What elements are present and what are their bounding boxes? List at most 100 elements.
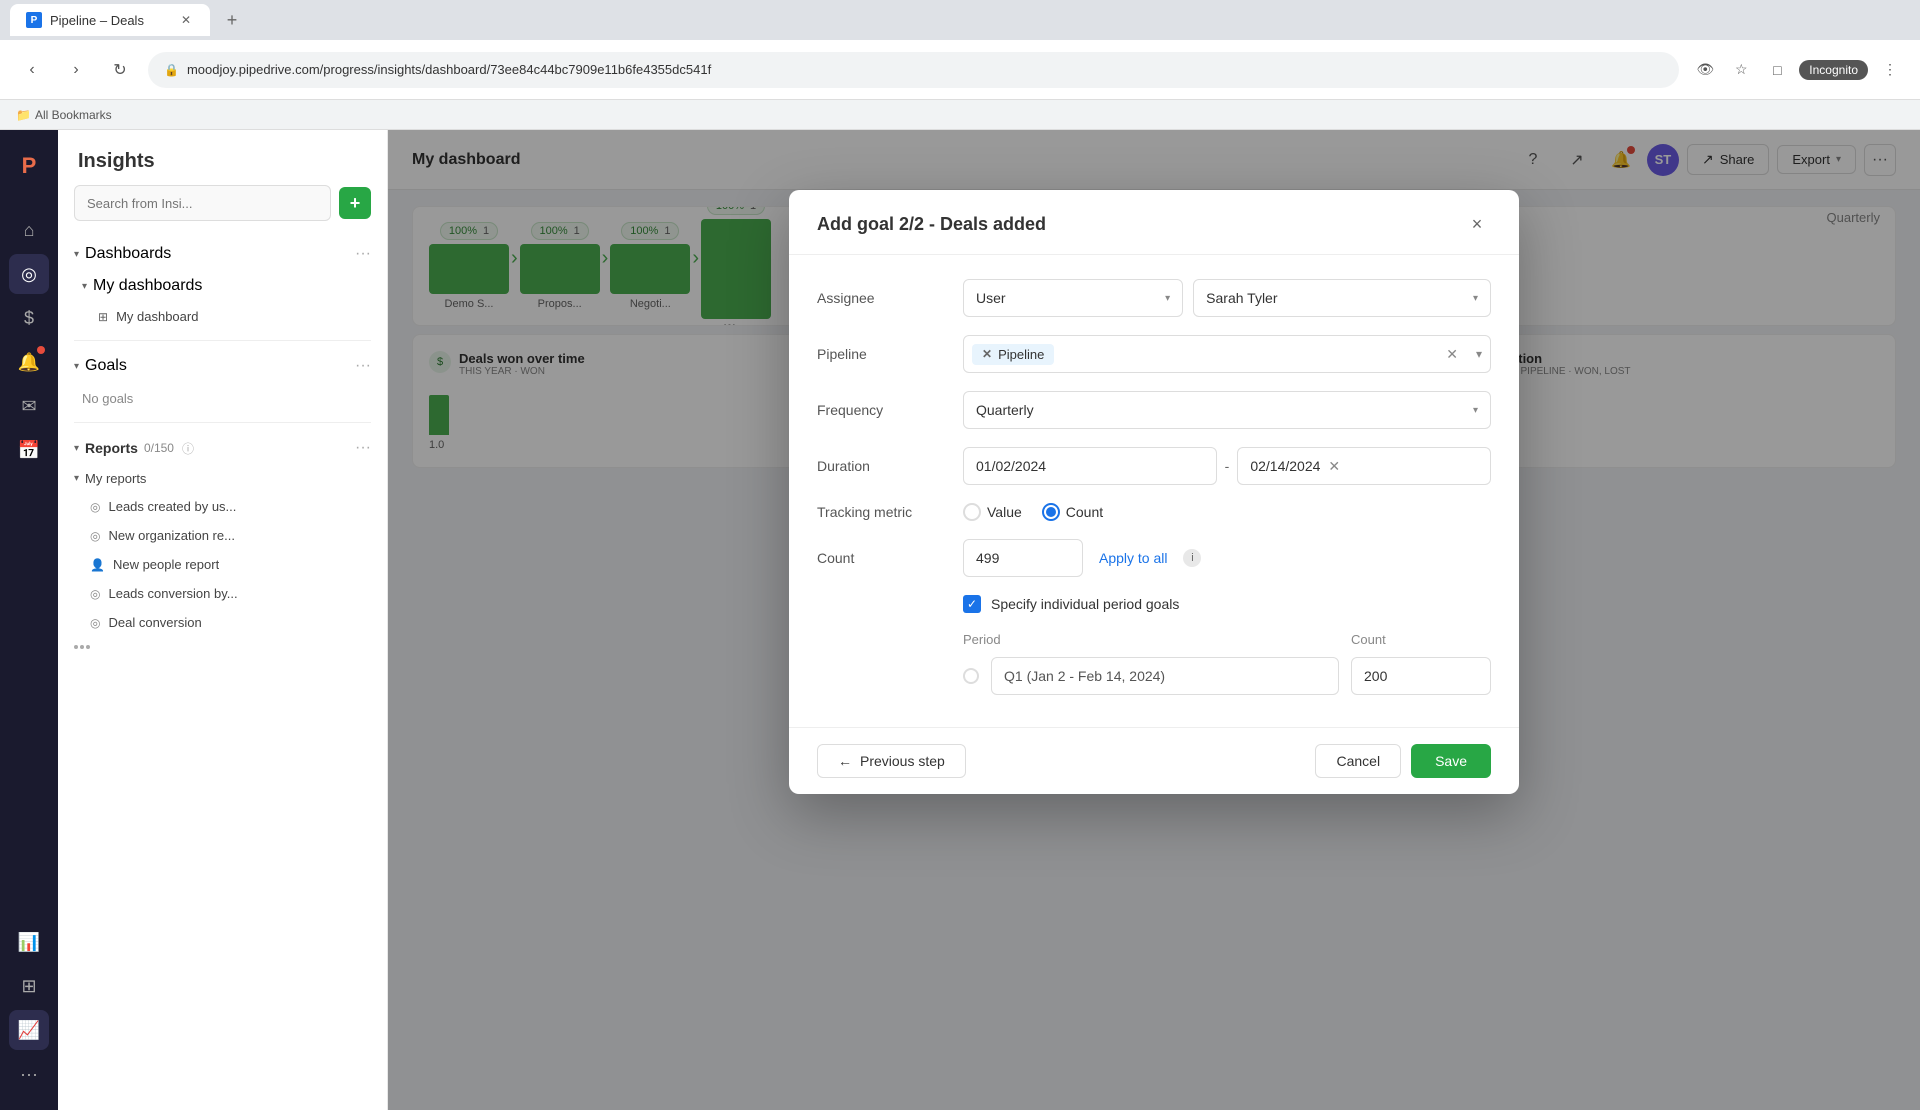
count-input[interactable]: 499 — [963, 539, 1083, 577]
reports-section-header[interactable]: ▾ Reports 0/150 ⓘ ··· — [58, 431, 387, 465]
sidebar-icon-mail[interactable]: ✉ — [9, 386, 49, 426]
forward-button[interactable]: › — [60, 54, 92, 86]
tracking-label: Tracking metric — [817, 504, 947, 520]
dashboards-dots-icon[interactable]: ··· — [355, 245, 371, 263]
tracking-value-radio[interactable] — [963, 503, 981, 521]
deal-conversion-icon: ◎ — [90, 616, 100, 630]
sidebar-icon-calendar[interactable]: 📅 — [9, 430, 49, 470]
report-item-new-org[interactable]: ◎ New organization re... — [58, 521, 387, 550]
goals-dots-icon[interactable]: ··· — [355, 357, 371, 375]
cancel-button[interactable]: Cancel — [1315, 744, 1401, 778]
duration-label: Duration — [817, 458, 947, 474]
my-dashboard-label: My dashboard — [116, 309, 198, 324]
modal-close-button[interactable]: × — [1463, 210, 1491, 238]
previous-step-button[interactable]: ← Previous step — [817, 744, 966, 778]
assignee-label: Assignee — [817, 290, 947, 306]
checkbox-check-icon: ✓ — [967, 597, 977, 611]
pipeline-field[interactable]: ✕ Pipeline ✕ ▾ — [963, 335, 1491, 373]
period-q1-row: Q1 (Jan 2 - Feb 14, 2024) 200 — [963, 657, 1491, 695]
specify-periods-checkbox[interactable]: ✓ — [963, 595, 981, 613]
profile-icon[interactable]: □ — [1763, 56, 1791, 84]
sidebar-icon-insights-active[interactable]: 📈 — [9, 1010, 49, 1050]
report-item-leads-conversion[interactable]: ◎ Leads conversion by... — [58, 579, 387, 608]
frequency-chevron-icon: ▾ — [1473, 405, 1478, 416]
duration-start-input[interactable]: 01/02/2024 — [963, 447, 1217, 485]
modal-footer: ← Previous step Cancel Save — [789, 727, 1519, 794]
report-item-new-people[interactable]: 👤 New people report — [58, 550, 387, 579]
apply-to-all-link[interactable]: Apply to all — [1099, 550, 1167, 566]
main-sidebar: Insights + ▾ Dashboards ··· ▾ My dashboa… — [58, 130, 388, 1110]
new-tab-button[interactable]: + — [218, 6, 246, 34]
app-logo[interactable]: P — [9, 146, 49, 186]
icon-sidebar: P ⌂ ◎ $ 🔔 ✉ 📅 📊 ⊞ 📈 ··· — [0, 130, 58, 1110]
duration-clear-icon[interactable]: ✕ — [1328, 458, 1340, 475]
period-count-header: Period Count — [963, 631, 1491, 649]
leads-conversion-icon: ◎ — [90, 587, 100, 601]
pipeline-clear-icon[interactable]: ✕ — [1442, 342, 1462, 367]
new-people-text: New people report — [113, 557, 219, 572]
specify-periods-label: Specify individual period goals — [991, 596, 1179, 612]
frequency-row: Frequency Quarterly ▾ — [817, 391, 1491, 429]
sidebar-item-my-dashboard[interactable]: ⊞ My dashboard — [66, 301, 387, 332]
count-header-label: Count — [1351, 632, 1386, 647]
assignee-value-text: Sarah Tyler — [1206, 290, 1277, 306]
frequency-select[interactable]: Quarterly ▾ — [963, 391, 1491, 429]
apply-all-info-icon[interactable]: i — [1183, 549, 1201, 567]
tracking-count-label: Count — [1066, 504, 1103, 520]
sidebar-icon-dollar[interactable]: $ — [9, 298, 49, 338]
sidebar-icon-chart[interactable]: 📊 — [9, 922, 49, 962]
period-q1-count-value: 200 — [1364, 668, 1387, 684]
count-value: 499 — [976, 550, 999, 566]
more-items-dots[interactable] — [58, 637, 387, 657]
period-q1-radio[interactable] — [963, 668, 979, 684]
report-item-leads-created[interactable]: ◎ Leads created by us... — [58, 492, 387, 521]
address-bar[interactable]: 🔒 moodjoy.pipedrive.com/progress/insight… — [148, 52, 1679, 88]
sidebar-icon-bell[interactable]: 🔔 — [9, 342, 49, 382]
menu-icon[interactable]: ⋮ — [1876, 56, 1904, 84]
my-dashboards-chevron-icon: ▾ — [82, 281, 87, 292]
sidebar-icon-target[interactable]: ◎ — [9, 254, 49, 294]
sidebar-search-input[interactable] — [74, 185, 331, 221]
star-icon[interactable]: ☆ — [1727, 56, 1755, 84]
period-q1-count-input[interactable]: 200 — [1351, 657, 1491, 695]
dashboards-section-header[interactable]: ▾ Dashboards ··· — [58, 237, 387, 271]
report-item-deal-conversion[interactable]: ◎ Deal conversion — [58, 608, 387, 637]
save-button[interactable]: Save — [1411, 744, 1491, 778]
sidebar-add-button[interactable]: + — [339, 187, 371, 219]
assignee-type-select[interactable]: User ▾ — [963, 279, 1183, 317]
reports-label: Reports — [85, 440, 138, 456]
specify-periods-row: ✓ Specify individual period goals — [963, 595, 1491, 613]
tracking-count-radio[interactable] — [1042, 503, 1060, 521]
dashboard-grid-icon: ⊞ — [98, 310, 108, 324]
browser-tab[interactable]: P Pipeline – Deals ✕ — [10, 4, 210, 36]
goals-chevron-icon: ▾ — [74, 361, 79, 372]
duration-end-input[interactable]: 02/14/2024 ✕ — [1237, 447, 1491, 485]
pipeline-tag-x-icon[interactable]: ✕ — [982, 347, 992, 361]
back-button[interactable]: ‹ — [16, 54, 48, 86]
sidebar-icon-grid[interactable]: ⊞ — [9, 966, 49, 1006]
sidebar-icon-more[interactable]: ··· — [9, 1054, 49, 1094]
tracking-count-option[interactable]: Count — [1042, 503, 1103, 521]
deal-conversion-text: Deal conversion — [108, 615, 201, 630]
my-reports-toggle[interactable]: ▾ My reports — [58, 465, 387, 492]
reports-dots-icon[interactable]: ··· — [355, 439, 371, 457]
reports-chevron-icon: ▾ — [74, 443, 79, 454]
sidebar-icon-home[interactable]: ⌂ — [9, 210, 49, 250]
previous-step-label: Previous step — [860, 753, 945, 769]
new-org-icon: ◎ — [90, 529, 100, 543]
tab-close-icon[interactable]: ✕ — [178, 12, 194, 28]
my-dashboards-header[interactable]: ▾ My dashboards — [66, 271, 387, 301]
period-q1-input[interactable]: Q1 (Jan 2 - Feb 14, 2024) — [991, 657, 1339, 695]
assignee-value-select[interactable]: Sarah Tyler ▾ — [1193, 279, 1491, 317]
tracking-value-option[interactable]: Value — [963, 503, 1022, 521]
refresh-button[interactable]: ↻ — [104, 54, 136, 86]
assignee-type-value: User — [976, 290, 1006, 306]
my-dashboards-label: My dashboards — [93, 277, 202, 295]
pipeline-dropdown-chevron-icon[interactable]: ▾ — [1476, 347, 1482, 361]
eye-slash-icon[interactable]: 👁 — [1691, 56, 1719, 84]
goals-section-header[interactable]: ▾ Goals ··· — [58, 349, 387, 383]
prev-arrow-icon: ← — [838, 753, 852, 769]
bookmarks-label: All Bookmarks — [35, 108, 112, 122]
frequency-label: Frequency — [817, 402, 947, 418]
duration-end-value: 02/14/2024 — [1250, 458, 1320, 474]
